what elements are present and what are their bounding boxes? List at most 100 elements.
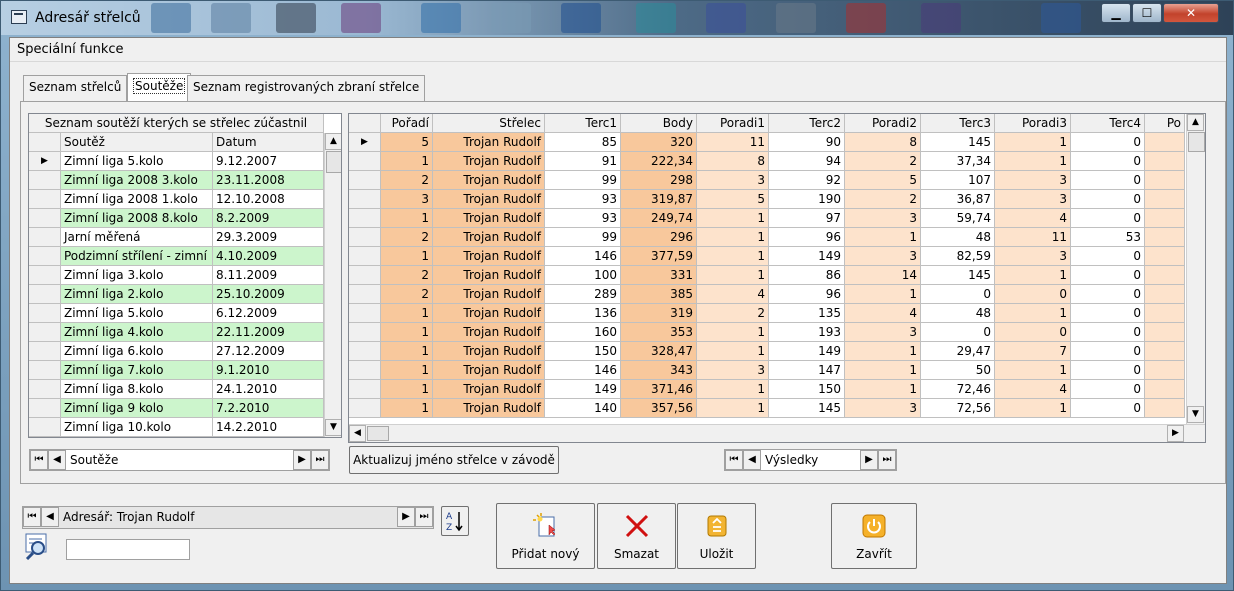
result-cell[interactable]: 3 bbox=[995, 171, 1071, 190]
row-indicator[interactable] bbox=[29, 247, 61, 266]
result-cell[interactable] bbox=[1145, 361, 1185, 380]
nav-next-button[interactable]: ▶ bbox=[860, 450, 878, 470]
result-cell[interactable]: 4 bbox=[995, 380, 1071, 399]
result-cell[interactable]: 0 bbox=[1071, 380, 1145, 399]
competition-date-cell[interactable]: 27.12.2009 bbox=[213, 342, 324, 361]
result-cell[interactable]: 1 bbox=[697, 342, 769, 361]
tab-competitions[interactable]: Soutěže bbox=[127, 73, 192, 102]
result-cell[interactable]: Trojan Rudolf bbox=[433, 152, 545, 171]
result-cell[interactable]: 0 bbox=[1071, 209, 1145, 228]
column-header[interactable]: Terc2 bbox=[769, 114, 845, 133]
result-cell[interactable]: 3 bbox=[995, 190, 1071, 209]
nav-next-button[interactable]: ▶ bbox=[293, 450, 311, 470]
result-cell[interactable]: 36,87 bbox=[921, 190, 995, 209]
competition-date-cell[interactable]: 9.12.2007 bbox=[213, 152, 324, 171]
search-icon[interactable] bbox=[22, 532, 52, 561]
competition-name-cell[interactable]: Zimní liga 5.kolo bbox=[61, 152, 213, 171]
result-cell[interactable]: Trojan Rudolf bbox=[433, 304, 545, 323]
result-cell[interactable]: 3 bbox=[845, 209, 921, 228]
result-cell[interactable]: 1 bbox=[381, 342, 433, 361]
row-indicator[interactable] bbox=[29, 361, 61, 380]
result-cell[interactable]: Trojan Rudolf bbox=[433, 380, 545, 399]
result-cell[interactable]: 48 bbox=[921, 304, 995, 323]
result-cell[interactable]: 0 bbox=[1071, 399, 1145, 418]
competition-name-cell[interactable]: Zimní liga 4.kolo bbox=[61, 323, 213, 342]
result-cell[interactable]: 99 bbox=[545, 228, 621, 247]
search-input[interactable] bbox=[66, 539, 190, 560]
column-header[interactable]: Poradi1 bbox=[697, 114, 769, 133]
row-indicator[interactable] bbox=[29, 380, 61, 399]
column-header[interactable]: Poradi3 bbox=[995, 114, 1071, 133]
row-indicator[interactable] bbox=[349, 266, 381, 285]
nav-first-button[interactable]: ⏮ bbox=[23, 507, 41, 527]
result-cell[interactable]: 97 bbox=[769, 209, 845, 228]
competition-date-cell[interactable]: 23.11.2008 bbox=[213, 171, 324, 190]
result-cell[interactable]: 72,46 bbox=[921, 380, 995, 399]
row-indicator[interactable] bbox=[29, 266, 61, 285]
result-cell[interactable]: 1 bbox=[845, 228, 921, 247]
result-cell[interactable]: 289 bbox=[545, 285, 621, 304]
result-cell[interactable]: 145 bbox=[921, 133, 995, 152]
competition-date-cell[interactable]: 9.1.2010 bbox=[213, 361, 324, 380]
result-cell[interactable]: 343 bbox=[621, 361, 697, 380]
result-cell[interactable]: 4 bbox=[845, 304, 921, 323]
row-indicator[interactable] bbox=[29, 342, 61, 361]
result-cell[interactable]: 1 bbox=[697, 228, 769, 247]
result-cell[interactable] bbox=[1145, 399, 1185, 418]
save-button[interactable]: Uložit bbox=[677, 503, 756, 569]
result-cell[interactable]: 5 bbox=[697, 190, 769, 209]
result-cell[interactable]: 1 bbox=[381, 361, 433, 380]
result-cell[interactable] bbox=[1145, 247, 1185, 266]
result-cell[interactable]: 107 bbox=[921, 171, 995, 190]
result-cell[interactable]: 1 bbox=[697, 323, 769, 342]
result-cell[interactable]: 371,46 bbox=[621, 380, 697, 399]
nav-first-button[interactable]: ⏮ bbox=[30, 450, 48, 470]
scroll-thumb[interactable] bbox=[1188, 132, 1205, 152]
result-cell[interactable] bbox=[1145, 304, 1185, 323]
competition-name-cell[interactable]: Zimní liga 8.kolo bbox=[61, 380, 213, 399]
result-cell[interactable]: 136 bbox=[545, 304, 621, 323]
maximize-button[interactable]: ☐ bbox=[1132, 3, 1162, 23]
result-cell[interactable]: 135 bbox=[769, 304, 845, 323]
row-indicator[interactable] bbox=[29, 209, 61, 228]
result-cell[interactable]: 193 bbox=[769, 323, 845, 342]
result-cell[interactable]: 1 bbox=[697, 247, 769, 266]
result-cell[interactable]: 150 bbox=[545, 342, 621, 361]
row-indicator[interactable] bbox=[349, 171, 381, 190]
result-cell[interactable] bbox=[1145, 209, 1185, 228]
competition-date-cell[interactable]: 22.11.2009 bbox=[213, 323, 324, 342]
result-cell[interactable]: 145 bbox=[921, 266, 995, 285]
result-cell[interactable]: 0 bbox=[1071, 247, 1145, 266]
competition-name-cell[interactable]: Podzimní střílení - zimní bbox=[61, 247, 213, 266]
result-cell[interactable]: 0 bbox=[1071, 266, 1145, 285]
result-cell[interactable] bbox=[1145, 152, 1185, 171]
row-indicator[interactable] bbox=[349, 247, 381, 266]
result-cell[interactable]: 3 bbox=[845, 323, 921, 342]
competition-date-cell[interactable]: 29.3.2009 bbox=[213, 228, 324, 247]
result-cell[interactable]: 92 bbox=[769, 171, 845, 190]
row-indicator[interactable] bbox=[29, 304, 61, 323]
result-cell[interactable]: 4 bbox=[697, 285, 769, 304]
result-cell[interactable]: 93 bbox=[545, 209, 621, 228]
result-cell[interactable]: 150 bbox=[769, 380, 845, 399]
row-indicator[interactable] bbox=[349, 304, 381, 323]
result-cell[interactable]: 0 bbox=[1071, 152, 1145, 171]
column-header[interactable]: Terc1 bbox=[545, 114, 621, 133]
result-cell[interactable] bbox=[1145, 380, 1185, 399]
row-indicator[interactable] bbox=[29, 418, 61, 437]
result-cell[interactable]: 99 bbox=[545, 171, 621, 190]
result-cell[interactable] bbox=[1145, 133, 1185, 152]
result-cell[interactable]: 29,47 bbox=[921, 342, 995, 361]
result-cell[interactable]: 296 bbox=[621, 228, 697, 247]
results-vertical-scrollbar[interactable]: ▲ ▼ bbox=[1186, 114, 1205, 424]
scroll-up-button[interactable]: ▲ bbox=[1187, 114, 1204, 131]
competition-date-cell[interactable]: 12.10.2008 bbox=[213, 190, 324, 209]
result-cell[interactable]: 91 bbox=[545, 152, 621, 171]
result-cell[interactable]: 331 bbox=[621, 266, 697, 285]
result-cell[interactable]: 1 bbox=[381, 209, 433, 228]
result-cell[interactable]: 190 bbox=[769, 190, 845, 209]
scroll-down-button[interactable]: ▼ bbox=[325, 419, 341, 436]
competition-name-cell[interactable]: Zimní liga 9 kolo bbox=[61, 399, 213, 418]
competition-name-cell[interactable]: Zimní liga 6.kolo bbox=[61, 342, 213, 361]
results-navigator[interactable]: ⏮ ◀ Výsledky ▶ ⏭ bbox=[724, 449, 897, 471]
